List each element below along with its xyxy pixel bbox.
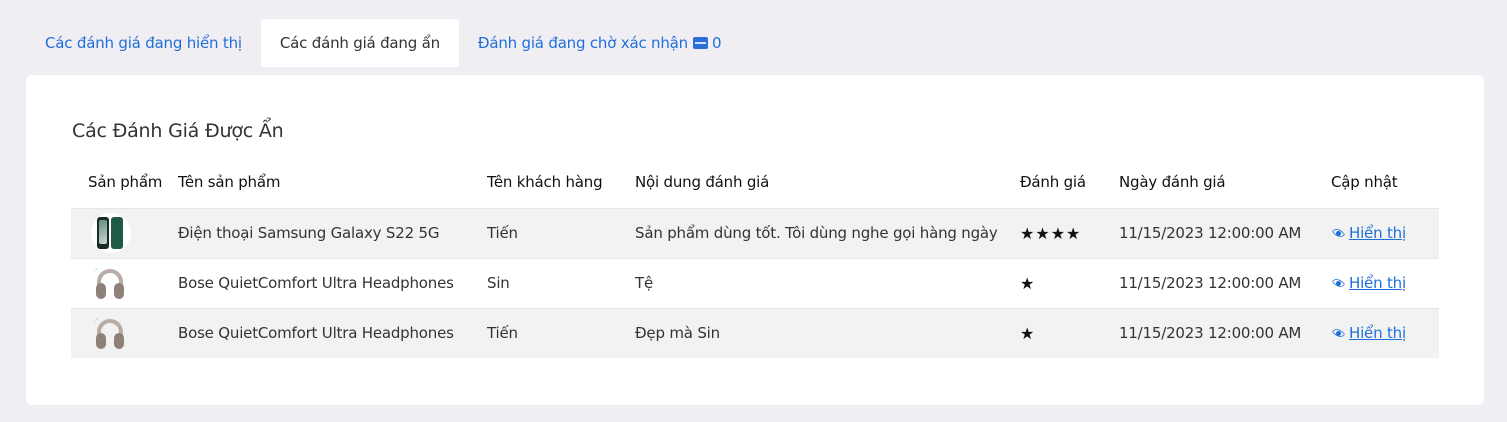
product-name: Bose QuietComfort Ultra Headphones <box>178 324 454 343</box>
reviews-table: Sản phẩm Tên sản phẩm Tên khách hàng Nội… <box>71 157 1439 358</box>
header-product-name: Tên sản phẩm <box>178 173 281 192</box>
samsung-phone-image <box>91 213 131 253</box>
tab-pending-count: 0 <box>711 34 722 52</box>
review-date: 11/15/2023 12:00:00 AM <box>1119 324 1302 343</box>
table-row: Bose QuietComfort Ultra Headphones Sin T… <box>71 258 1439 308</box>
eye-icon <box>1331 278 1346 288</box>
show-review-label: Hiển thị <box>1349 274 1406 292</box>
tab-visible-reviews[interactable]: Các đánh giá đang hiển thị <box>26 19 261 67</box>
bose-headphones-image <box>91 313 131 354</box>
update-cell: Hiển thị <box>1331 258 1439 308</box>
review-content: Sản phẩm dùng tốt. Tôi dùng nghe gọi hàn… <box>635 224 998 242</box>
rating-stars: ★ <box>1020 323 1036 343</box>
product-name: Bose QuietComfort Ultra Headphones <box>178 274 454 292</box>
show-review-link[interactable]: Hiển thị <box>1331 224 1406 242</box>
header-review-date: Ngày đánh giá <box>1119 173 1226 192</box>
product-image-cell <box>71 208 178 258</box>
header-review-content: Nội dung đánh giá <box>635 173 770 192</box>
product-image-cell <box>71 308 178 358</box>
review-tabs: Các đánh giá đang hiển thị Các đánh giá … <box>26 19 740 67</box>
rating-stars: ★★★★ <box>1020 223 1082 243</box>
update-cell: Hiển thị <box>1331 208 1439 258</box>
header-customer-name: Tên khách hàng <box>487 173 603 192</box>
tab-pending-reviews[interactable]: Đánh giá đang chờ xác nhận 0 <box>459 19 740 67</box>
review-date: 11/15/2023 12:00:00 AM <box>1119 274 1302 292</box>
page-title: Các Đánh Giá Được Ẩn <box>72 120 284 142</box>
hidden-reviews-card: Các Đánh Giá Được Ẩn Sản phẩm Tên sản ph… <box>26 75 1484 405</box>
update-cell: Hiển thị <box>1331 308 1439 358</box>
header-update: Cập nhật <box>1331 173 1398 192</box>
show-review-label: Hiển thị <box>1349 224 1406 242</box>
tab-pending-label: Đánh giá đang chờ xác nhận <box>477 34 688 52</box>
header-product-image: Sản phẩm <box>88 173 163 192</box>
table-row: Điện thoại Samsung Galaxy S22 5G Tiến Sả… <box>71 208 1439 258</box>
table-row: Bose QuietComfort Ultra Headphones Tiến … <box>71 308 1439 358</box>
review-content: Tệ <box>635 274 653 292</box>
review-content: Đẹp mà Sin <box>635 324 720 343</box>
customer-name: Tiến <box>487 324 518 343</box>
table-header-row: Sản phẩm Tên sản phẩm Tên khách hàng Nội… <box>71 157 1439 208</box>
product-image-cell <box>71 258 178 308</box>
show-review-link[interactable]: Hiển thị <box>1331 324 1406 342</box>
show-review-label: Hiển thị <box>1349 324 1406 343</box>
product-name: Điện thoại Samsung Galaxy S22 5G <box>178 224 440 242</box>
tab-hidden-reviews[interactable]: Các đánh giá đang ẩn <box>260 19 459 67</box>
rating-stars: ★ <box>1020 273 1036 293</box>
new-badge-icon <box>692 37 708 49</box>
header-rating: Đánh giá <box>1020 173 1086 192</box>
show-review-link[interactable]: Hiển thị <box>1331 274 1406 292</box>
eye-icon <box>1331 328 1346 338</box>
customer-name: Tiến <box>487 224 518 242</box>
customer-name: Sin <box>487 274 510 292</box>
review-date: 11/15/2023 12:00:00 AM <box>1119 224 1302 242</box>
eye-icon <box>1331 228 1346 238</box>
bose-headphones-image <box>91 263 131 303</box>
